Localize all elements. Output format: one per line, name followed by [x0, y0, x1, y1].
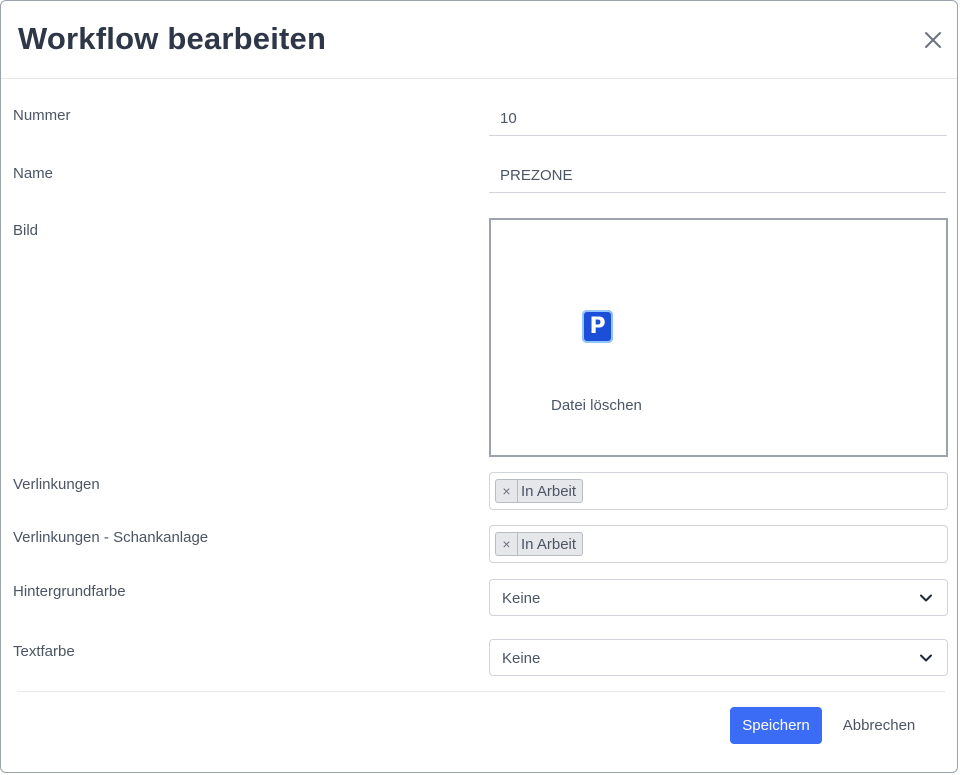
- tag-label: In Arbeit: [521, 535, 577, 553]
- dialog-header: Workflow bearbeiten: [1, 1, 957, 79]
- name-input[interactable]: [489, 159, 946, 193]
- cancel-button[interactable]: Abbrechen: [831, 707, 927, 744]
- select-value: Keine: [502, 590, 541, 607]
- tag-label: In Arbeit: [521, 482, 577, 500]
- close-button[interactable]: [922, 29, 944, 51]
- nummer-label: Nummer: [13, 107, 71, 124]
- dialog-title: Workflow bearbeiten: [18, 21, 327, 56]
- close-icon: [925, 32, 941, 48]
- parking-icon: P: [582, 310, 613, 343]
- select-value: Keine: [502, 650, 541, 667]
- verlinkungen-multiselect[interactable]: × In Arbeit: [489, 472, 948, 510]
- verlinkungen-schankanlage-multiselect[interactable]: × In Arbeit: [489, 525, 948, 563]
- verlinkungen-label: Verlinkungen: [13, 476, 100, 493]
- delete-file-link[interactable]: Datei löschen: [551, 397, 642, 414]
- verlinkungen-schankanlage-label: Verlinkungen - Schankanlage: [13, 529, 209, 546]
- tag-chip: × In Arbeit: [495, 479, 584, 503]
- save-button[interactable]: Speichern: [730, 707, 822, 744]
- footer-divider: [17, 691, 945, 692]
- tag-remove-icon[interactable]: ×: [496, 480, 518, 502]
- nummer-input[interactable]: [489, 102, 947, 136]
- textfarbe-label: Textfarbe: [13, 643, 75, 660]
- chevron-down-icon: [920, 654, 932, 662]
- textfarbe-select[interactable]: Keine: [489, 639, 948, 676]
- hintergrundfarbe-select[interactable]: Keine: [489, 579, 948, 616]
- name-label: Name: [13, 165, 54, 182]
- hintergrundfarbe-label: Hintergrundfarbe: [13, 583, 126, 600]
- chevron-down-icon: [920, 594, 932, 602]
- tag-remove-icon[interactable]: ×: [496, 533, 518, 555]
- workflow-edit-dialog: Workflow bearbeiten Nummer Name Bild P D…: [0, 0, 958, 773]
- tag-chip: × In Arbeit: [495, 532, 584, 556]
- image-dropzone[interactable]: P Datei löschen: [489, 218, 948, 457]
- bild-label: Bild: [13, 222, 39, 239]
